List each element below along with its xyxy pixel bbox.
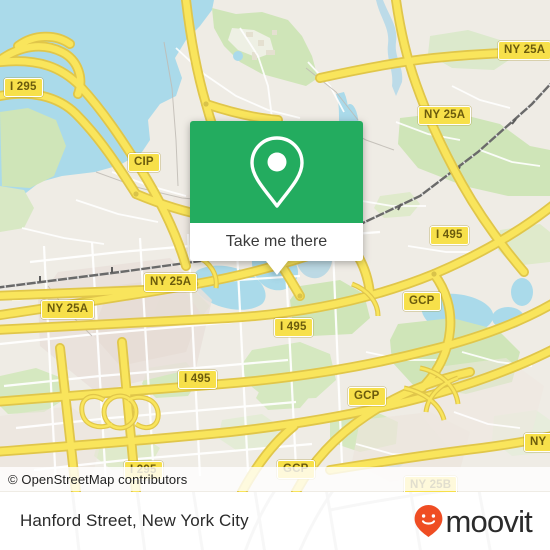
road-shield: GCP [403,292,441,311]
map-pin-icon [249,136,304,208]
road-shield: NY 25A [418,106,472,125]
moovit-map-screenshot: I 295 NY 25A NY 25A CIP I 495 GCP NY 25A NY 25A… [0,0,550,550]
location-title: Hanford Street, New York City [20,511,249,530]
road-shield: NY 25A [41,300,95,319]
popup-icon-panel [190,121,363,223]
popup-pointer-tip [265,261,288,275]
road-shield: CIP [128,153,160,172]
take-me-there-label: Take me there [225,233,328,250]
road-shield: I 495 [178,370,217,389]
road-shield: GCP [348,387,386,406]
moovit-smiley-pin-icon [415,505,443,537]
map-attribution: © OpenStreetMap contributors [0,467,550,491]
popup-action-bar[interactable]: Take me there [190,223,363,261]
road-shield: I 495 [430,226,469,245]
road-shield: NY 25A [144,273,198,292]
attribution-text: © OpenStreetMap contributors [8,471,188,487]
road-shield: I 295 [4,78,43,97]
road-shield: NY 25A [498,41,550,60]
location-popup-card[interactable]: Take me there [190,121,363,275]
moovit-wordmark: moovit [445,503,532,539]
road-shield: I 495 [274,318,313,337]
footer-content: Hanford Street, New York City moovit [0,492,550,550]
moovit-logo[interactable]: moovit [413,503,533,539]
footer-bar: Hanford Street, New York City moovit [0,492,550,550]
road-shield: NY 2 [524,433,550,452]
